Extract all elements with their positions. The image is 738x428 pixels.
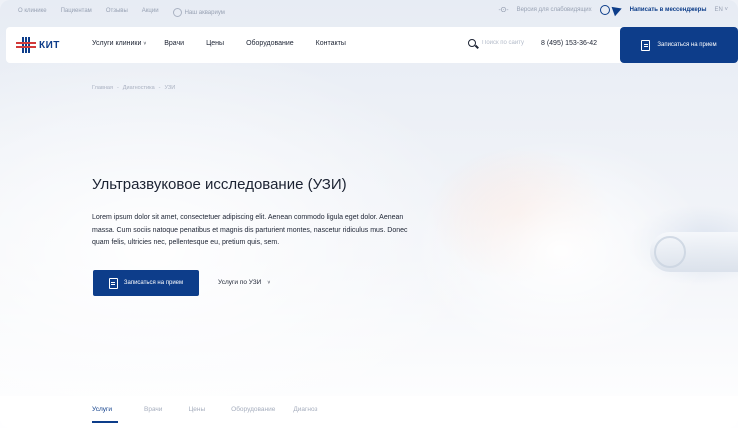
topbar-link-reviews[interactable]: Отзывы xyxy=(106,8,128,17)
ultrasound-services-dropdown[interactable]: Услуги по УЗИ ˅ xyxy=(218,279,270,286)
top-utility-bar: О клинике Пациентам Отзывы Акции Наш акв… xyxy=(0,0,738,24)
topbar-link-about[interactable]: О клинике xyxy=(18,8,47,17)
main-nav: Услуги клиники ˅ Врачи Цены Оборудование… xyxy=(92,40,346,47)
breadcrumb-separator: - xyxy=(158,85,161,91)
topbar-link-aquarium[interactable]: Наш аквариум xyxy=(172,8,225,17)
nav-item-contacts[interactable]: Контакты xyxy=(316,40,346,47)
site-search xyxy=(468,39,538,47)
clinic-logo[interactable]: КИТ xyxy=(16,37,60,53)
main-header: КИТ Услуги клиники ˅ Врачи Цены Оборудов… xyxy=(6,27,738,63)
chevron-down-icon: ˅ xyxy=(143,41,147,47)
nav-item-services[interactable]: Услуги клиники ˅ xyxy=(92,40,146,47)
breadcrumb: Главная - Диагностика - УЗИ xyxy=(92,85,175,91)
search-input[interactable] xyxy=(482,40,538,46)
book-appointment-button-header[interactable]: Записаться на прием xyxy=(620,27,738,63)
language-switcher[interactable]: EN ˅ xyxy=(714,7,728,13)
breadcrumb-diagnostics[interactable]: Диагностика xyxy=(123,85,155,91)
section-tabs: Услуги Врачи Цены Оборудование Диагноз xyxy=(0,396,738,428)
tab-doctors[interactable]: Врачи xyxy=(144,406,162,413)
logo-mark-icon xyxy=(16,37,36,53)
whatsapp-icon[interactable] xyxy=(599,5,610,15)
phone-number[interactable]: 8 (495) 153-36-42 xyxy=(541,40,597,47)
language-label: EN xyxy=(714,7,723,13)
document-icon xyxy=(641,39,651,51)
tab-equipment[interactable]: Оборудование xyxy=(231,406,275,413)
services-dropdown-label: Услуги по УЗИ xyxy=(218,279,262,286)
book-appointment-label: Записаться на прием xyxy=(123,280,184,286)
nav-item-equipment[interactable]: Оборудование xyxy=(246,40,294,47)
ultrasound-probe-ring xyxy=(654,236,686,268)
page-title: Ультразвуковое исследование (УЗИ) xyxy=(92,176,347,193)
nav-item-doctors[interactable]: Врачи xyxy=(164,40,184,47)
book-appointment-button[interactable]: Записаться на прием xyxy=(93,270,199,296)
telegram-icon[interactable] xyxy=(611,3,624,17)
chevron-down-icon: ˅ xyxy=(724,7,728,13)
nav-item-prices[interactable]: Цены xyxy=(206,40,224,47)
chevron-down-icon: ˅ xyxy=(267,279,271,286)
tab-prices[interactable]: Цены xyxy=(188,406,205,413)
nav-item-services-label: Услуги клиники xyxy=(92,40,142,47)
intro-text: Lorem ipsum dolor sit amet, consectetuer… xyxy=(92,214,408,246)
tab-services[interactable]: Услуги xyxy=(92,406,112,413)
messenger-icons xyxy=(599,3,624,17)
book-appointment-label: Записаться на прием xyxy=(657,42,717,48)
messengers-link[interactable]: Написать в мессенджеры xyxy=(630,7,707,13)
aquarium-label: Наш аквариум xyxy=(184,10,225,17)
eye-icon: -ʘ- xyxy=(498,6,509,14)
active-tab-indicator xyxy=(92,421,118,423)
topbar-link-promotions[interactable]: Акции xyxy=(142,8,159,17)
breadcrumb-current: УЗИ xyxy=(164,85,176,91)
topbar-link-patients[interactable]: Пациентам xyxy=(61,8,92,17)
tab-diagnosis[interactable]: Диагноз xyxy=(293,406,317,413)
accessibility-link[interactable]: Версия для слабовидящих xyxy=(517,7,592,13)
search-icon[interactable] xyxy=(468,39,476,47)
breadcrumb-home[interactable]: Главная xyxy=(92,85,113,91)
document-icon xyxy=(108,277,118,289)
breadcrumb-separator: - xyxy=(116,85,119,91)
aquarium-icon xyxy=(172,8,182,17)
logo-text: КИТ xyxy=(39,39,60,51)
